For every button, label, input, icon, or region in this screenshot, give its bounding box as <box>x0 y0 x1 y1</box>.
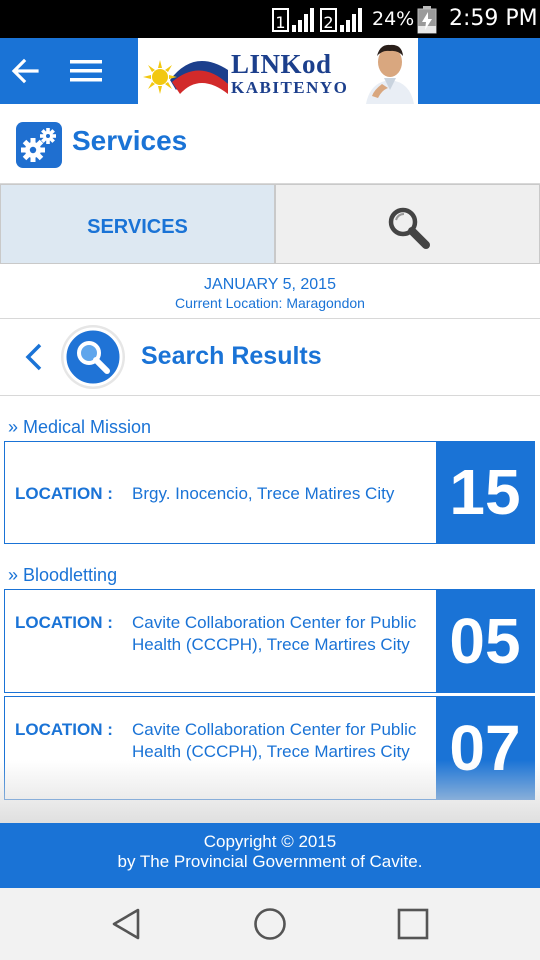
category-heading: » Bloodletting <box>8 565 118 585</box>
nav-home-icon[interactable] <box>253 907 287 941</box>
battery-percent: 24% <box>372 8 415 30</box>
copyright-line: Copyright © 2015 <box>203 832 337 851</box>
search-icon <box>388 207 430 249</box>
sim1-signal-icon: 1 <box>272 8 314 32</box>
current-date: JANUARY 5, 2015 <box>204 276 336 293</box>
app-bar: LINKod KABITENYO <box>0 38 540 104</box>
page-title: Services <box>72 125 188 156</box>
current-location: Current Location: Maragondon <box>175 295 365 311</box>
status-bar: 1 2 24% 2:59 PM <box>0 0 540 38</box>
tab-search[interactable] <box>275 184 540 264</box>
arrow-left-icon[interactable] <box>10 56 40 86</box>
nav-back-icon[interactable] <box>110 907 144 941</box>
svg-text:2: 2 <box>323 13 333 32</box>
linkod-kabitenyo-logo: LINKod KABITENYO <box>138 38 418 104</box>
location-label: LOCATION : <box>15 613 113 632</box>
tab-services[interactable]: SERVICES <box>0 184 275 264</box>
result-card[interactable]: LOCATION : Cavite Collaboration Center f… <box>4 589 535 693</box>
gears-icon <box>16 122 62 168</box>
svg-text:1: 1 <box>275 13 285 32</box>
copyright-owner: by The Provincial Government of Cavite. <box>117 852 423 871</box>
event-day: 05 <box>436 590 534 692</box>
sun-flag-logo-icon <box>143 60 228 94</box>
brand-line1: LINKod <box>231 49 332 79</box>
nav-recent-apps-icon[interactable] <box>397 908 429 940</box>
footer: Copyright © 2015 by The Provincial Gover… <box>0 823 540 888</box>
location-value: Cavite Collaboration Center for Public H… <box>132 720 417 761</box>
page-header: Services <box>0 104 540 184</box>
location-value: Brgy. Inocencio, Trece Matires City <box>132 484 395 503</box>
tab-bar: SERVICES <box>0 184 540 264</box>
location-value: Cavite Collaboration Center for Public H… <box>132 613 417 654</box>
date-block: JANUARY 5, 2015 Current Location: Marago… <box>0 264 540 319</box>
search-results-header: Search Results <box>0 319 540 396</box>
search-results-icon <box>61 325 125 389</box>
status-clock: 2:59 PM <box>449 6 538 31</box>
tab-services-label: SERVICES <box>87 216 188 238</box>
portrait-photo <box>362 38 418 104</box>
sim2-signal-icon: 2 <box>320 8 362 32</box>
scroll-fade <box>0 760 540 823</box>
result-card[interactable]: LOCATION : Brgy. Inocencio, Trece Matire… <box>4 441 535 544</box>
event-day: 15 <box>436 442 534 543</box>
chevron-left-icon[interactable] <box>22 341 46 373</box>
location-label: LOCATION : <box>15 720 113 739</box>
search-results-title: Search Results <box>141 342 322 370</box>
category-heading: » Medical Mission <box>8 417 152 437</box>
location-label: LOCATION : <box>15 484 113 503</box>
brand-line2: KABITENYO <box>231 78 349 97</box>
battery-charging-icon <box>417 6 437 34</box>
hamburger-icon[interactable] <box>70 58 102 84</box>
system-nav-bar <box>0 888 540 960</box>
